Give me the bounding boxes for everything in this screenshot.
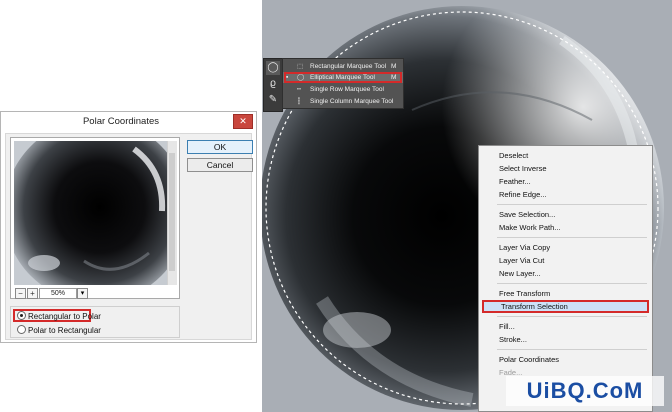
preview-scrollbar[interactable] [167,141,177,285]
zoom-in-button[interactable]: + [27,288,38,299]
menu-separator [497,349,647,350]
menu-item-save-selection[interactable]: Save Selection... [482,208,649,221]
brush-icon[interactable]: ✎ [266,93,280,107]
radio-label: Polar to Rectangular [28,326,101,335]
flyout-item-label: Rectangular Marquee Tool [310,63,387,70]
flyout-item-elliptical-marquee[interactable]: ▪ ◯ Elliptical Marquee Tool M [283,72,403,83]
menu-separator [497,316,647,317]
menu-separator [497,204,647,205]
flyout-item-shortcut: M [391,63,397,70]
elliptical-marquee-icon: ◯ [297,74,305,81]
rectangle-marquee-icon: ⬚ [297,63,304,70]
radio-rectangular-to-polar[interactable]: Rectangular to Polar [13,309,101,322]
single-row-marquee-icon: ┅ [297,86,301,93]
flyout-item-rectangular-marquee[interactable]: ⬚ Rectangular Marquee Tool M [283,61,403,72]
flyout-item-label: Single Column Marquee Tool [310,98,394,105]
menu-item-polar-coordinates[interactable]: Polar Coordinates [482,353,649,366]
menu-separator [497,283,647,284]
radio-selected-icon[interactable] [17,311,26,320]
ok-button[interactable]: OK [187,140,253,154]
polar-coordinates-dialog: Polar Coordinates ✕ − + 50% ▾ OK Cancel … [0,111,257,343]
menu-item-new-layer[interactable]: New Layer... [482,267,649,280]
flyout-item-shortcut: M [391,74,397,81]
menu-item-transform-selection[interactable]: Transform Selection [482,300,649,313]
watermark: UiBQ.CoM [506,376,664,406]
flyout-item-label: Single Row Marquee Tool [310,86,384,93]
menu-item-layer-via-copy[interactable]: Layer Via Copy [482,241,649,254]
dialog-title: Polar Coordinates [82,116,160,127]
preview-image [14,141,168,285]
selected-bullet-icon: ▪ [286,74,289,81]
preview-sphere-image [14,141,168,285]
scrollbar-thumb[interactable] [169,153,175,271]
lasso-icon[interactable]: ϱ [266,77,280,91]
menu-item-free-transform[interactable]: Free Transform [482,287,649,300]
radio-label: Rectangular to Polar [28,312,101,321]
menu-item-deselect[interactable]: Deselect [482,149,649,162]
chevron-down-icon[interactable]: ▾ [77,288,88,299]
cancel-button[interactable]: Cancel [187,158,253,172]
elliptical-marquee-icon[interactable]: ◯ [266,61,280,75]
menu-item-select-inverse[interactable]: Select Inverse [482,162,649,175]
flyout-item-label: Elliptical Marquee Tool [310,74,375,81]
context-menu: Deselect Select Inverse Feather... Refine E… [478,145,653,412]
single-column-marquee-icon: ┇ [297,98,301,105]
menu-item-refine-edge[interactable]: Refine Edge... [482,188,649,201]
flyout-item-single-row-marquee[interactable]: ┅ Single Row Marquee Tool [283,84,403,95]
zoom-out-button[interactable]: − [15,288,26,299]
menu-item-make-work-path[interactable]: Make Work Path... [482,221,649,234]
menu-separator [497,237,647,238]
menu-item-layer-via-cut[interactable]: Layer Via Cut [482,254,649,267]
zoom-level[interactable]: 50% [39,288,77,299]
tool-strip: ◯ ϱ ✎ [263,58,283,112]
menu-item-fill[interactable]: Fill... [482,320,649,333]
document-canvas[interactable]: ◯ ϱ ✎ ⬚ Rectangular Marquee Tool M ▪ ◯ E… [262,0,672,412]
close-icon[interactable]: ✕ [233,114,253,129]
marquee-tool-flyout: ⬚ Rectangular Marquee Tool M ▪ ◯ Ellipti… [282,58,404,109]
filter-preview[interactable]: − + 50% ▾ [10,137,180,299]
flyout-item-single-column-marquee[interactable]: ┇ Single Column Marquee Tool [283,96,403,107]
menu-item-stroke[interactable]: Stroke... [482,333,649,346]
menu-item-feather[interactable]: Feather... [482,175,649,188]
radio-unselected-icon[interactable] [17,325,26,334]
conversion-options: Rectangular to Polar Polar to Rectangula… [10,306,180,338]
dialog-body: − + 50% ▾ OK Cancel Rectangular to Polar… [5,133,253,340]
zoom-controls: − + 50% ▾ [15,288,180,299]
dialog-titlebar[interactable]: Polar Coordinates ✕ [1,112,256,132]
radio-polar-to-rectangular[interactable]: Polar to Rectangular [13,325,101,338]
